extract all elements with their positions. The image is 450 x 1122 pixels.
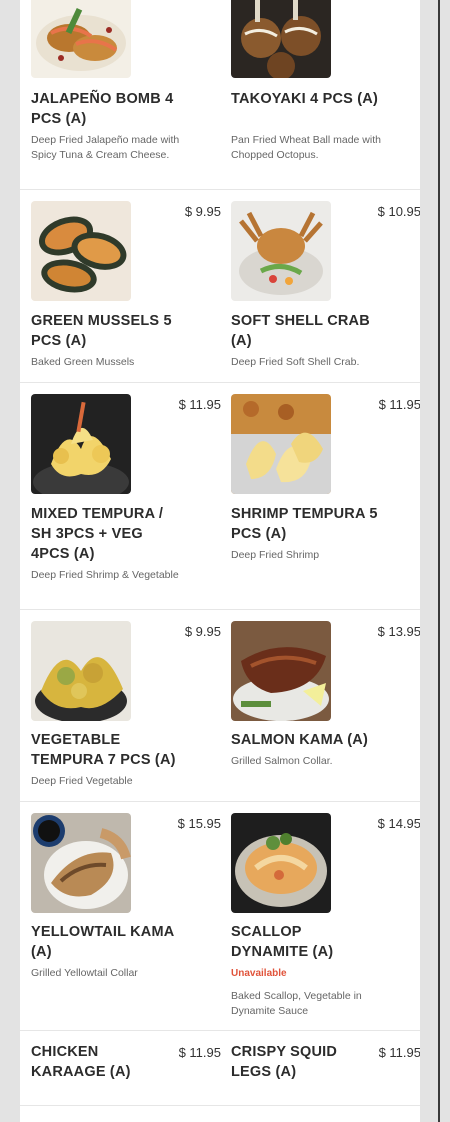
salmon-kama-photo [231,621,331,721]
item-description: Baked Green Mussels [31,356,135,368]
item-price: $ 9.95 [184,624,221,639]
item-description: Deep Fried Shrimp & Vegetable [31,569,179,581]
menu-item-mixed-tempura[interactable]: $ 11.95 MIXED TEMPURA / SH 3PCS + VEG 4P… [20,383,221,609]
item-name: SHRIMP TEMPURA 5 PCS (A) [231,506,378,542]
item-name: YELLOWTAIL KAMA (A) [31,924,174,960]
menu-row: $ 11.95 MIXED TEMPURA / SH 3PCS + VEG 4P… [20,383,420,610]
mixed-tempura-photo [31,394,131,494]
item-price: $ 11.95 [378,397,420,412]
item-name: SALMON KAMA (A) [231,732,368,748]
menu-item-yellowtail-kama[interactable]: $ 15.95 YELLOWTAIL KAMA (A) Grilled Yell… [20,802,221,1030]
item-price: $ 13.95 [377,624,420,639]
takoyaki-photo [231,0,331,78]
item-price: $ 11.95 [178,1045,221,1060]
item-name: SCALLOP DYNAMITE (A) [231,924,334,960]
item-price: $ 10.95 [377,204,420,219]
menu-item-crispy-squid-legs[interactable]: $ 11.95 CRISPY SQUID LEGS (A) [220,1031,420,1105]
item-name: CRISPY SQUID LEGS (A) [231,1044,338,1080]
item-description: Grilled Yellowtail Collar [31,967,138,979]
yellowtail-kama-photo [31,813,131,913]
item-price: $ 14.95 [377,816,420,831]
jalapeno-bomb-photo [31,0,131,78]
menu-row: $ 9.95 VEGETABLE TEMPURA 7 PCS (A) Deep … [20,610,420,802]
menu-row: $ 15.95 YELLOWTAIL KAMA (A) Grilled Yell… [20,802,420,1031]
menu-row: $ 9.95 GREEN MUSSELS 5 PCS (A) Baked Gre… [20,190,420,383]
item-name: TAKOYAKI 4 PCS (A) [231,91,379,107]
item-price: $ 9.95 [184,204,221,219]
item-description: Pan Fried Wheat Ball made with Chopped O… [231,134,381,161]
item-name: MIXED TEMPURA / SH 3PCS + VEG 4PCS (A) [31,506,164,562]
menu-item-scallop-dynamite[interactable]: $ 14.95 SCALLOP DYNAMITE (A) Unavailable… [220,802,420,1030]
item-description: Deep Fried Vegetable [31,775,133,787]
item-description: Deep Fried Jalapeño made with Spicy Tuna… [31,134,180,161]
soft-shell-crab-photo [231,201,331,301]
item-price: $ 11.95 [378,1045,420,1060]
menu-row: $ 11.95 CHICKEN KARAAGE (A) $ 11.95 CRIS… [20,1031,420,1106]
menu-item-shrimp-tempura[interactable]: $ 11.95 SHRIMP TEMPURA 5 PCS (A) Deep Fr… [220,383,420,609]
item-price: $ 15.95 [177,816,221,831]
item-description: Deep Fried Shrimp [231,549,320,561]
item-name: VEGETABLE TEMPURA 7 PCS (A) [31,732,176,768]
menu-row: JALAPEÑO BOMB 4 PCS (A) Deep Fried Jalap… [20,0,420,190]
item-name: GREEN MUSSELS 5 PCS (A) [31,313,172,349]
item-name: SOFT SHELL CRAB (A) [231,313,370,349]
item-price: $ 11.95 [178,397,221,412]
menu-item-green-mussels[interactable]: $ 9.95 GREEN MUSSELS 5 PCS (A) Baked Gre… [20,190,221,382]
menu-list: JALAPEÑO BOMB 4 PCS (A) Deep Fried Jalap… [20,0,420,1122]
menu-item-soft-shell-crab[interactable]: $ 10.95 SOFT SHELL CRAB (A) Deep Fried S… [220,190,420,382]
green-mussels-photo [31,201,131,301]
vegetable-tempura-photo [31,621,131,721]
item-description: Grilled Salmon Collar. [231,755,333,767]
shrimp-tempura-photo [231,394,331,494]
menu-item-salmon-kama[interactable]: $ 13.95 SALMON KAMA (A) Grilled Salmon C… [220,610,420,801]
menu-item-chicken-karaage[interactable]: $ 11.95 CHICKEN KARAAGE (A) [20,1031,221,1105]
item-name: CHICKEN KARAAGE (A) [31,1044,131,1080]
unavailable-badge: Unavailable [231,968,287,979]
item-name: JALAPEÑO BOMB 4 PCS (A) [31,91,174,127]
item-description: Baked Scallop, Vegetable in Dynamite Sau… [231,990,362,1017]
menu-item-jalapeno-bomb[interactable]: JALAPEÑO BOMB 4 PCS (A) Deep Fried Jalap… [20,0,220,189]
menu-item-vegetable-tempura[interactable]: $ 9.95 VEGETABLE TEMPURA 7 PCS (A) Deep … [20,610,221,801]
menu-item-takoyaki[interactable]: TAKOYAKI 4 PCS (A) Pan Fried Wheat Ball … [220,0,420,189]
scrollbar-edge [438,0,440,1122]
item-description: Deep Fried Soft Shell Crab. [231,356,360,368]
scallop-dynamite-photo [231,813,331,913]
